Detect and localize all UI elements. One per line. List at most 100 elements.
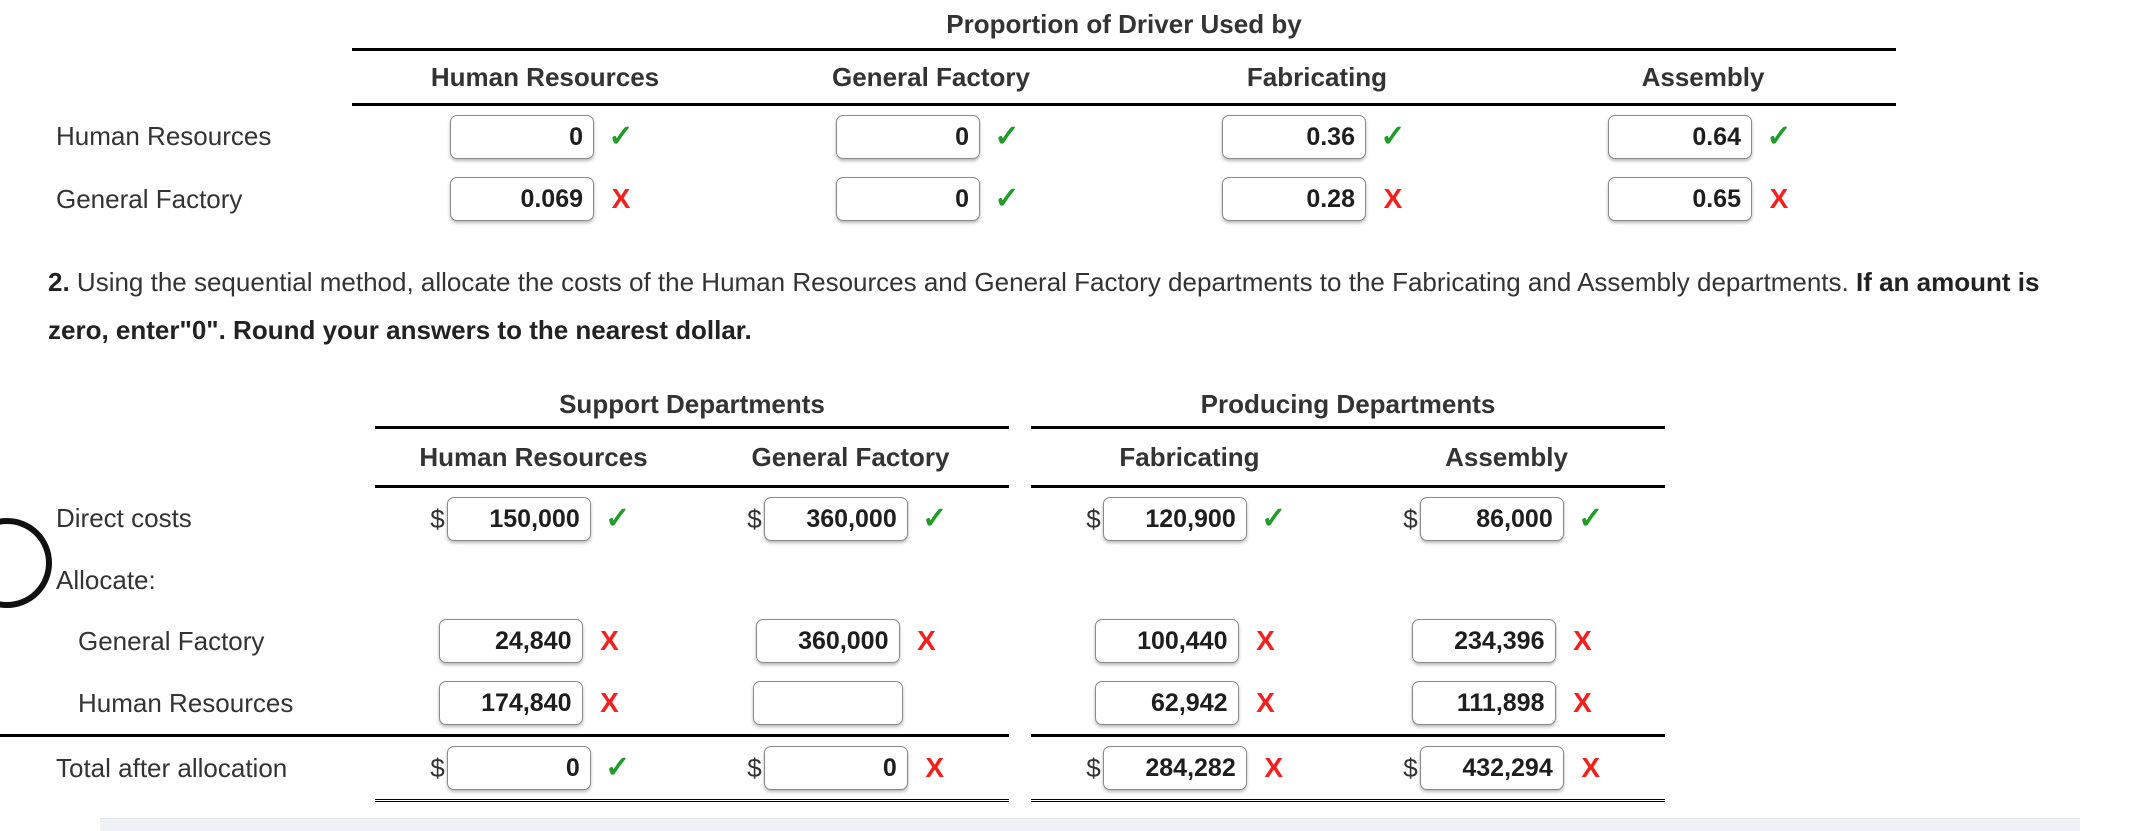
bottom-table-col-fabricating: Fabricating [1031,427,1348,488]
input-gf-fab[interactable]: 0.28 [1222,177,1366,221]
cell-alloc-gf-fab: 100,440 X [1031,610,1348,672]
correct-icon: ✓ [922,502,948,535]
group-gap [1009,672,1031,736]
cell-direct-costs-fab: $ 120,900 ✓ [1031,487,1348,551]
cell-alloc-gf-hr: 24,840 X [375,610,692,672]
input-alloc-hr-fab[interactable]: 62,942 [1094,681,1239,725]
input-alloc-gf-gf[interactable]: 360,000 [755,619,900,663]
table-row: Human Resources 174,840 X · 62,942 X [0,672,1665,737]
question-number: 2. [48,267,70,297]
group-gap [1009,428,1031,487]
cell-direct-costs-asm: $ 86,000 ✓ [1348,487,1665,551]
top-table-col-fabricating: Fabricating [1124,48,1510,106]
page-bottom-divider [100,818,2080,831]
no-mark-placeholder: · [911,688,949,718]
correct-icon: ✓ [1380,120,1406,153]
currency-symbol: $ [747,503,762,534]
group-gap [1009,550,1031,610]
correct-icon: ✓ [994,182,1020,215]
correct-icon: ✓ [605,751,631,784]
cell-total-gf: $ 0 X [692,735,1009,802]
input-gf-asm[interactable]: 0.65 [1608,177,1752,221]
row-label-allocate-human-resources: Human Resources [0,672,375,737]
cell-total-fab: $ 284,282 X [1031,735,1348,802]
group-gap [1009,736,1031,801]
currency-symbol: $ [430,752,445,783]
top-cell-hr-gf: 0 ✓ [738,105,1124,169]
input-alloc-hr-asm[interactable]: 111,898 [1411,681,1556,725]
input-direct-costs-fab[interactable]: 120,900 [1102,497,1247,541]
incorrect-icon: X [1383,183,1403,214]
top-table-col-human-resources: Human Resources [352,48,738,106]
currency-symbol: $ [430,503,445,534]
input-alloc-hr-gf[interactable] [752,681,903,725]
incorrect-icon: X [1256,687,1275,718]
input-gf-hr[interactable]: 0.069 [450,177,594,221]
top-table-col-assembly: Assembly [1510,48,1896,106]
input-alloc-hr-hr[interactable]: 174,840 [438,681,583,725]
table-row: Allocate: [0,550,1665,610]
proportion-of-driver-table: Proportion of Driver Used by Human Resou… [0,0,1896,230]
cell-total-hr: $ 0 ✓ [375,735,692,802]
currency-symbol: $ [1086,503,1101,534]
correct-icon: ✓ [1261,502,1287,535]
cell-alloc-hr-fab: 62,942 X [1031,672,1348,737]
input-hr-gf[interactable]: 0 [836,115,980,159]
row-label-allocate: Allocate: [56,564,156,595]
group-title-support-departments: Support Departments [375,368,1009,429]
input-total-fab[interactable]: 284,282 [1102,746,1247,790]
top-table-header-blank [0,50,352,105]
input-hr-hr[interactable]: 0 [450,115,594,159]
currency-symbol: $ [1086,752,1101,783]
top-cell-hr-asm: 0.64 ✓ [1510,105,1896,169]
table-row: Total after allocation $ 0 ✓ $ 0 X $ 284… [0,735,1665,802]
cell-allocate-gf [692,550,1009,610]
input-gf-gf[interactable]: 0 [836,177,980,221]
input-direct-costs-asm[interactable]: 86,000 [1419,497,1564,541]
table-row: General Factory 0.069 X 0 ✓ 0.28 X 0.65 … [0,168,1896,230]
currency-symbol: $ [1403,752,1418,783]
input-direct-costs-gf[interactable]: 360,000 [763,497,908,541]
table-row: Human Resources 0 ✓ 0 ✓ 0.36 ✓ 0.64 ✓ [0,105,1896,169]
input-alloc-gf-fab[interactable]: 100,440 [1094,619,1239,663]
top-row-label-general-factory: General Factory [56,183,243,214]
question-text: Using the sequential method, allocate th… [69,267,1856,297]
cell-alloc-gf-gf: 360,000 X [692,610,1009,672]
sequential-allocation-table: Support Departments Producing Department… [0,368,1665,802]
correct-icon: ✓ [994,120,1020,153]
incorrect-icon: X [600,687,619,718]
row-label-total-after-allocation: Total after allocation [56,753,288,784]
cell-direct-costs-hr: $ 150,000 ✓ [375,487,692,551]
input-alloc-gf-hr[interactable]: 24,840 [438,619,583,663]
correct-icon: ✓ [1766,120,1792,153]
top-cell-gf-gf: 0 ✓ [738,168,1124,230]
input-alloc-gf-asm[interactable]: 234,396 [1411,619,1556,663]
incorrect-icon: X [611,183,631,214]
input-direct-costs-hr[interactable]: 150,000 [446,497,591,541]
cell-allocate-hr [375,550,692,610]
input-total-hr[interactable]: 0 [446,746,591,790]
incorrect-icon: X [925,752,945,783]
table-row: General Factory 24,840 X 360,000 X 100,4… [0,610,1665,672]
cell-total-asm: $ 432,294 X [1348,735,1665,802]
table-row: Direct costs $ 150,000 ✓ $ 360,000 ✓ $ 1… [0,487,1665,551]
correct-icon: ✓ [1578,502,1604,535]
input-hr-asm[interactable]: 0.64 [1608,115,1752,159]
input-total-gf[interactable]: 0 [763,746,908,790]
question-instructions: 2. Using the sequential method, allocate… [48,258,2078,354]
incorrect-icon: X [1573,625,1592,656]
cell-allocate-asm [1348,550,1665,610]
incorrect-icon: X [1573,687,1592,718]
group-gap [1009,368,1031,428]
bottom-table-col-human-resources: Human Resources [375,427,692,488]
top-table-group-title: Proportion of Driver Used by [946,8,1302,39]
input-hr-fab[interactable]: 0.36 [1222,115,1366,159]
row-label-direct-costs: Direct costs [56,502,192,533]
incorrect-icon: X [1769,183,1789,214]
input-total-asm[interactable]: 432,294 [1419,746,1564,790]
cell-alloc-gf-asm: 234,396 X [1348,610,1665,672]
incorrect-icon: X [1581,752,1601,783]
incorrect-icon: X [1264,752,1284,783]
cell-alloc-hr-asm: 111,898 X [1348,672,1665,737]
bottom-table-group-title-row: Support Departments Producing Department… [0,368,1665,429]
